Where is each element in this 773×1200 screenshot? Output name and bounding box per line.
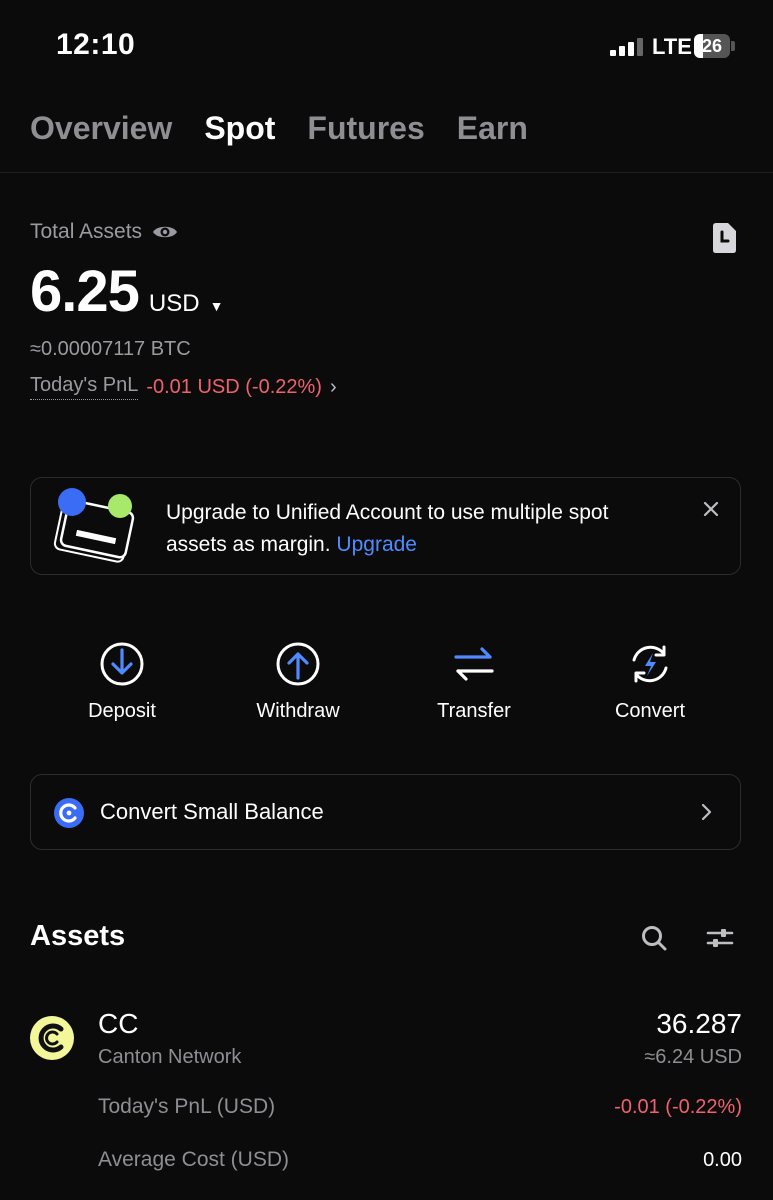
filter-sliders-icon[interactable] (706, 926, 734, 950)
convert-icon (632, 645, 668, 683)
upgrade-banner-text: Upgrade to Unified Account to use multip… (166, 497, 666, 561)
convert-label: Convert (614, 700, 686, 722)
transfer-label: Transfer (437, 700, 511, 722)
account-tabs: Overview Spot Futures Earn (30, 110, 528, 147)
chevron-right-icon[interactable]: › (330, 376, 337, 399)
withdraw-icon (276, 642, 320, 686)
asset-pnl-label: Today's PnL (USD) (98, 1095, 276, 1118)
withdraw-label: Withdraw (256, 700, 340, 722)
asset-symbol[interactable]: CC (98, 1008, 138, 1040)
tab-overview[interactable]: Overview (30, 110, 172, 147)
tab-earn[interactable]: Earn (457, 110, 528, 147)
cc-coin-logo-icon (30, 1016, 74, 1060)
small-balance-icon (54, 798, 84, 828)
assets-title: Assets (30, 920, 126, 952)
caret-down-icon[interactable]: ▼ (210, 298, 224, 314)
status-time: 12:10 (56, 28, 136, 61)
deposit-icon (100, 642, 144, 686)
transfer-button[interactable]: Transfer (404, 640, 544, 723)
balance-amount: 6.25 (30, 259, 140, 324)
transfer-icon (454, 647, 494, 681)
tabs-divider (0, 172, 773, 173)
asset-pnl-value: -0.01 (-0.22%) (614, 1096, 742, 1118)
asset-avg-cost-value: 0.00 (703, 1149, 742, 1171)
tab-futures[interactable]: Futures (307, 110, 424, 147)
asset-name: Canton Network (98, 1046, 242, 1068)
battery-icon: 26 (694, 34, 730, 58)
chevron-right-icon[interactable] (700, 802, 714, 822)
asset-avg-cost-label: Average Cost (USD) (98, 1148, 290, 1171)
asset-amount: 36.287 (656, 1008, 742, 1039)
currency-selector[interactable]: USD (149, 290, 200, 318)
asset-usd-value: ≈6.24 USD (644, 1046, 742, 1068)
network-type: LTE (652, 34, 692, 59)
deposit-button[interactable]: Deposit (52, 640, 192, 723)
close-icon[interactable] (700, 498, 722, 520)
deposit-label: Deposit (88, 700, 156, 722)
total-assets-label: Total Assets (30, 220, 143, 243)
history-icon[interactable] (710, 222, 738, 254)
upgrade-link[interactable]: Upgrade (336, 533, 417, 556)
total-balance: 6.25 USD ▼ (30, 258, 223, 325)
total-assets-header: Total Assets (30, 220, 178, 244)
signal-strength-icon (610, 38, 643, 56)
eye-icon[interactable] (152, 223, 178, 241)
pnl-label[interactable]: Today's PnL (30, 374, 139, 400)
battery-level: 26 (701, 35, 723, 56)
search-icon[interactable] (640, 924, 668, 952)
tab-spot[interactable]: Spot (204, 110, 275, 147)
pnl-value: -0.01 USD (-0.22%) (146, 375, 322, 398)
wallet-illustration-icon (53, 488, 135, 563)
convert-button[interactable]: Convert (580, 640, 720, 723)
convert-small-balance-label: Convert Small Balance (100, 799, 324, 824)
battery-cap (731, 41, 735, 51)
todays-pnl-row[interactable]: Today's PnL -0.01 USD (-0.22%) › (30, 374, 337, 400)
btc-equivalent: ≈0.00007117 BTC (30, 338, 191, 360)
withdraw-button[interactable]: Withdraw (228, 640, 368, 723)
